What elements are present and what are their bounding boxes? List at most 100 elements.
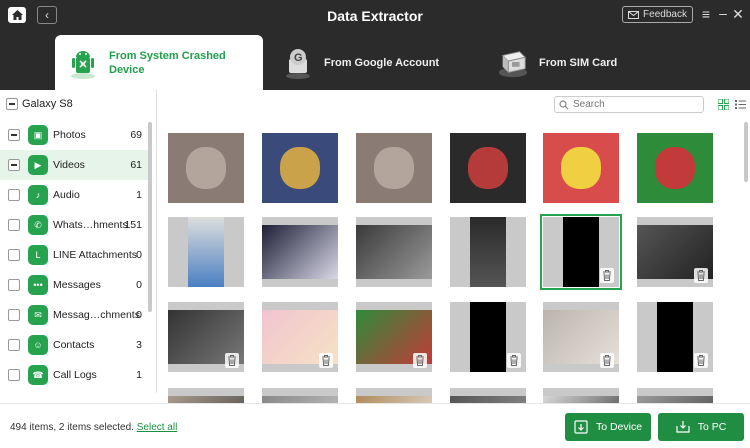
- close-icon: ✕: [732, 6, 744, 22]
- sidebar-item-count: 3: [136, 339, 142, 351]
- to-pc-button[interactable]: To PC: [658, 413, 744, 441]
- thumbnail-image: [280, 147, 320, 189]
- sidebar-item-count: 0: [136, 309, 142, 321]
- sidebar-item-count: 61: [130, 159, 142, 171]
- video-thumbnail[interactable]: [637, 388, 713, 403]
- category-checkbox[interactable]: [8, 129, 20, 141]
- video-thumbnail[interactable]: [543, 133, 619, 203]
- category-checkbox[interactable]: [8, 279, 20, 291]
- category-checkbox[interactable]: [8, 189, 20, 201]
- video-thumbnail[interactable]: [168, 302, 244, 372]
- sidebar-item-count: 69: [130, 129, 142, 141]
- sidebar-item-music[interactable]: ♪ Audio 1: [0, 180, 148, 210]
- video-thumbnail[interactable]: [637, 217, 713, 287]
- sidebar-item-count: 0: [136, 279, 142, 291]
- category-checkbox[interactable]: [8, 369, 20, 381]
- thumbnail-image: [262, 225, 338, 279]
- category-checkbox[interactable]: [8, 339, 20, 351]
- tab-system-crashed-device[interactable]: From System Crashed Device: [55, 35, 263, 90]
- sim-card-icon: [497, 45, 529, 81]
- thumbnail-image: [561, 147, 601, 189]
- video-thumbnail[interactable]: [637, 302, 713, 372]
- sidebar-item-line[interactable]: L LINE Attachments 0: [0, 240, 148, 270]
- sidebar-item-label: Call Logs: [53, 369, 97, 381]
- sidebar-item-label: Photos: [53, 129, 86, 141]
- hamburger-icon: ≡: [701, 6, 711, 22]
- phone-icon: ☎: [28, 365, 48, 385]
- sidebar-scrollbar[interactable]: [148, 122, 152, 312]
- video-thumbnail[interactable]: [262, 302, 338, 372]
- search-input[interactable]: [573, 99, 693, 110]
- video-thumbnail[interactable]: [450, 388, 526, 403]
- search-box[interactable]: [554, 96, 704, 113]
- feedback-button[interactable]: Feedback: [622, 6, 693, 23]
- trash-icon: [600, 353, 614, 368]
- video-thumbnail[interactable]: [450, 302, 526, 372]
- video-thumbnail[interactable]: [356, 302, 432, 372]
- tab-google-account[interactable]: G From Google Account: [282, 35, 462, 90]
- grid-scrollbar[interactable]: [744, 122, 748, 182]
- sidebar-item-contact[interactable]: ☺ Contacts 3: [0, 330, 148, 360]
- sidebar-item-whatsapp[interactable]: ✆ Whats…hments 151: [0, 210, 148, 240]
- sidebar-item-count: 1: [136, 189, 142, 201]
- sidebar-item-calendar[interactable]: ▦Calendar200: [0, 390, 148, 393]
- video-thumbnail[interactable]: [262, 217, 338, 287]
- sidebar-item-message[interactable]: ••• Messages 0: [0, 270, 148, 300]
- video-thumbnail[interactable]: [450, 133, 526, 203]
- video-thumbnail[interactable]: [450, 217, 526, 287]
- sidebar-item-count: 0: [136, 249, 142, 261]
- device-row[interactable]: Galaxy S8: [6, 98, 73, 110]
- video-thumbnail[interactable]: [543, 302, 619, 372]
- thumbnail-image: [356, 225, 432, 279]
- category-checkbox[interactable]: [8, 159, 20, 171]
- to-device-button[interactable]: To Device: [565, 413, 651, 441]
- tab-label: From SIM Card: [539, 56, 618, 69]
- video-thumbnail[interactable]: [356, 133, 432, 203]
- video-thumbnail[interactable]: [262, 133, 338, 203]
- minimize-button[interactable]: –: [717, 6, 729, 22]
- tab-sim-card[interactable]: From SIM Card: [497, 35, 647, 90]
- close-button[interactable]: ✕: [732, 6, 744, 22]
- video-thumbnail[interactable]: [168, 217, 244, 287]
- video-thumbnail[interactable]: [637, 133, 713, 203]
- sidebar-item-label: Videos: [53, 159, 85, 171]
- thumbnail-image: [186, 147, 226, 189]
- video-thumbnail[interactable]: [543, 388, 619, 403]
- to-pc-label: To PC: [697, 421, 727, 433]
- thumbnail-image: [356, 396, 432, 403]
- video-thumbnail[interactable]: [168, 388, 244, 403]
- menu-button[interactable]: ≡: [699, 6, 713, 22]
- list-view-icon[interactable]: [735, 99, 746, 110]
- device-checkbox[interactable]: [6, 98, 18, 110]
- thumbnail-image: [543, 396, 619, 403]
- thumbnail-image: [470, 302, 506, 372]
- mail-icon: [628, 10, 640, 19]
- export-to-pc-icon: [676, 421, 690, 433]
- sidebar-item-phone[interactable]: ☎ Call Logs 1: [0, 360, 148, 390]
- thumbnail-image: [657, 302, 693, 372]
- message-attachment-icon: ✉: [28, 305, 48, 325]
- media-grid: [157, 120, 742, 403]
- category-checkbox[interactable]: [8, 249, 20, 261]
- music-icon: ♪: [28, 185, 48, 205]
- thumbnail-image: [374, 147, 414, 189]
- grid-view-icon[interactable]: [718, 99, 729, 110]
- video-thumbnail[interactable]: [540, 214, 622, 290]
- sidebar-item-label: Contacts: [53, 339, 95, 351]
- video-thumbnail[interactable]: [262, 388, 338, 403]
- category-checkbox[interactable]: [8, 219, 20, 231]
- video-thumbnail[interactable]: [356, 388, 432, 403]
- category-sidebar: Galaxy S8 ▣ Photos 69 ▶ Videos 61 ♪ Audio 1 ✆ What…: [0, 90, 157, 393]
- status-text: 494 items, 2 items selected.: [10, 422, 134, 433]
- video-thumbnail[interactable]: [356, 217, 432, 287]
- sidebar-item-count: 151: [124, 219, 142, 231]
- sidebar-item-message-attachment[interactable]: ✉ Messag…chments 0: [0, 300, 148, 330]
- sidebar-item-video[interactable]: ▶ Videos 61: [0, 150, 148, 180]
- thumbnail-image: [563, 217, 599, 287]
- video-thumbnail[interactable]: [168, 133, 244, 203]
- photo-icon: ▣: [28, 125, 48, 145]
- category-checkbox[interactable]: [8, 309, 20, 321]
- select-all-link[interactable]: Select all: [137, 422, 178, 433]
- sidebar-item-photo[interactable]: ▣ Photos 69: [0, 120, 148, 150]
- contact-icon: ☺: [28, 335, 48, 355]
